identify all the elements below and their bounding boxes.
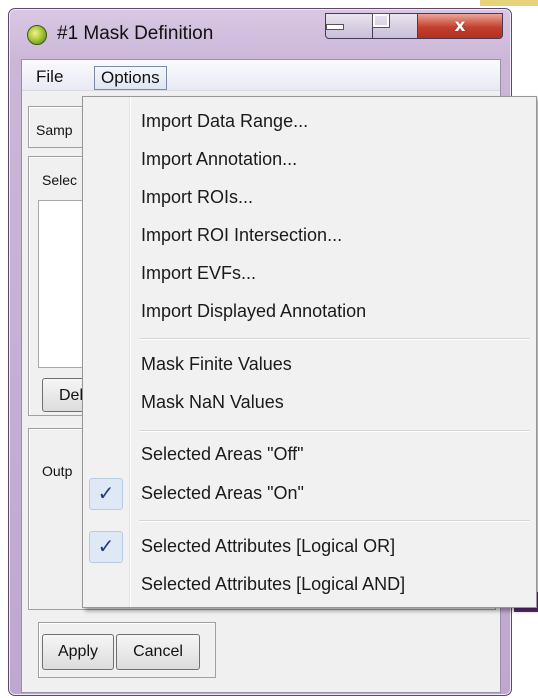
menu-item-label: Import Annotation...	[141, 149, 298, 169]
menu-item-label: Import ROIs...	[141, 187, 254, 207]
menu-item-label: Selected Areas "On"	[141, 483, 304, 503]
menu-options[interactable]: Options	[94, 66, 167, 90]
menu-item-import-annotation[interactable]: Import Annotation...	[83, 141, 536, 177]
menu-separator	[139, 520, 530, 522]
output-label: Outp	[42, 463, 73, 479]
menu-separator	[139, 338, 530, 340]
menu-item-import-roi-intersection[interactable]: Import ROI Intersection...	[83, 217, 536, 253]
menu-item-label: Import EVFs...	[141, 263, 257, 283]
menu-item-import-data-range[interactable]: Import Data Range...	[83, 103, 536, 139]
maximize-icon	[372, 13, 390, 28]
desktop-edge	[480, 0, 538, 6]
menu-file[interactable]: File	[32, 66, 67, 88]
menu-item-selected-areas-on[interactable]: ✓ Selected Areas "On"	[83, 475, 536, 511]
checkmark-icon: ✓	[97, 483, 115, 505]
menu-item-label: Import ROI Intersection...	[141, 225, 343, 245]
menu-item-label: Mask Finite Values	[141, 354, 292, 374]
apply-button[interactable]: Apply	[42, 634, 114, 670]
close-icon: x	[454, 16, 466, 36]
menu-item-mask-nan-values[interactable]: Mask NaN Values	[83, 384, 536, 420]
menu-item-label: Mask NaN Values	[141, 392, 284, 412]
window-title: #1 Mask Definition	[57, 23, 214, 44]
menu-separator	[139, 430, 530, 432]
menu-item-label: Selected Attributes [Logical OR]	[141, 536, 396, 556]
close-button[interactable]: x	[417, 13, 503, 39]
sample-label: Samp	[36, 122, 73, 138]
select-label: Selec	[42, 172, 78, 188]
menu-item-label: Import Displayed Annotation	[141, 301, 367, 321]
minimize-button[interactable]	[325, 13, 373, 39]
minimize-icon	[326, 24, 344, 30]
menu-item-selected-attributes-and[interactable]: Selected Attributes [Logical AND]	[83, 566, 536, 602]
app-icon[interactable]	[27, 25, 47, 45]
menu-item-import-evfs[interactable]: Import EVFs...	[83, 255, 536, 291]
menu-item-selected-areas-off[interactable]: Selected Areas "Off"	[83, 436, 536, 472]
menu-item-selected-attributes-or[interactable]: ✓ Selected Attributes [Logical OR]	[83, 528, 536, 564]
menu-bar: File Options	[22, 60, 500, 91]
menu-item-label: Import Data Range...	[141, 111, 309, 131]
menu-item-label: Selected Attributes [Logical AND]	[141, 574, 406, 594]
maximize-button[interactable]	[372, 13, 418, 39]
menu-item-mask-finite-values[interactable]: Mask Finite Values	[83, 346, 536, 382]
menu-item-label: Selected Areas "Off"	[141, 444, 304, 464]
options-dropdown-menu: Import Data Range... Import Annotation..…	[82, 96, 537, 608]
title-bar[interactable]: #1 Mask Definition x	[9, 9, 511, 55]
check-indicator: ✓	[89, 478, 123, 510]
menu-item-import-displayed-annotation[interactable]: Import Displayed Annotation	[83, 293, 536, 329]
checkmark-icon: ✓	[97, 536, 115, 558]
menu-item-import-rois[interactable]: Import ROIs...	[83, 179, 536, 215]
check-indicator: ✓	[89, 531, 123, 563]
cancel-button[interactable]: Cancel	[116, 634, 200, 670]
